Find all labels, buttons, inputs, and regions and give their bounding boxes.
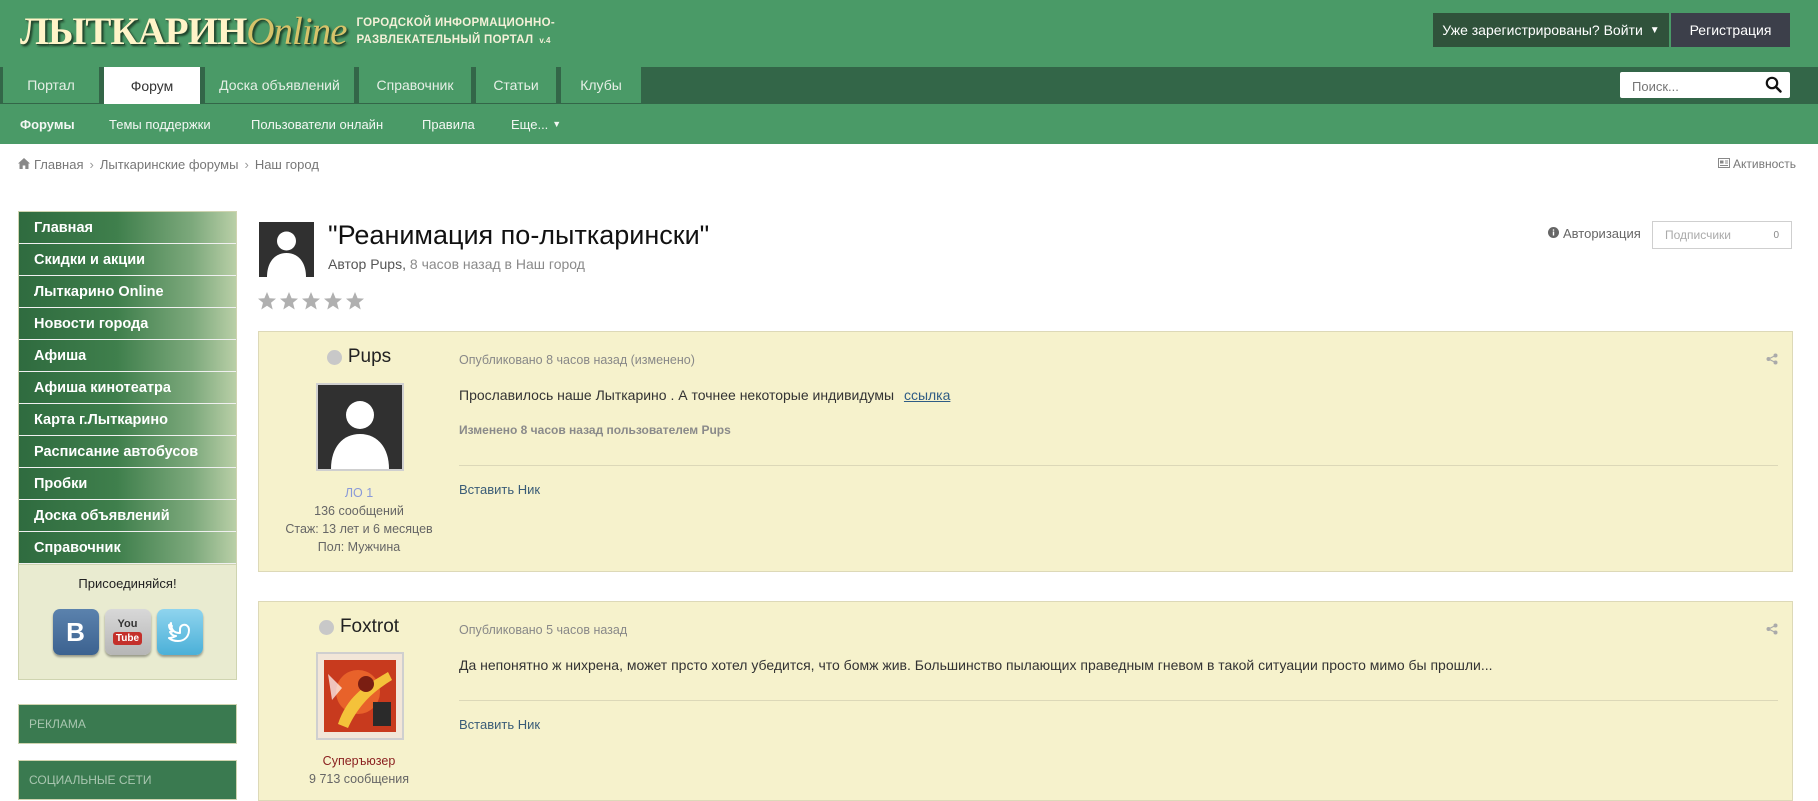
youtube-icon[interactable]: You Tube [104,609,151,655]
offline-status-icon [326,349,342,365]
subnav-support-topics[interactable]: Темы поддержки [109,104,211,144]
newspaper-icon [1717,157,1730,171]
topic-forum-link[interactable]: Наш город [516,256,585,272]
breadcrumb-forums[interactable]: Лыткаринские форумы [100,157,239,172]
topic-author-avatar[interactable] [259,222,314,277]
avatar[interactable] [316,383,404,471]
post: Foxtrot Суперъюзер 9 713 сообщения Опубл… [258,601,1793,801]
post-share[interactable] [1766,353,1778,368]
subnav-more[interactable]: Еще... ▼ [511,104,561,144]
user-rank: ЛО 1 [344,486,374,500]
social-networks-block-header: СОЦИАЛЬНЫЕ СЕТИ [18,760,237,800]
post: Pups ЛО 1 136 сообщений Стаж: 13 лет и 6… [258,331,1793,572]
sidebar-item-discounts[interactable]: Скидки и акции [19,244,236,276]
sidebar-item-bus-schedule[interactable]: Расписание автобусов [19,436,236,468]
join-panel: Присоединяйся! B You Tube [18,565,237,680]
post-count: 136 сообщений [314,504,404,518]
topic-title: "Реанимация по-лыткарински" [328,220,710,250]
sidebar-item-traffic[interactable]: Пробки [19,468,236,500]
sidebar-item-city-news[interactable]: Новости города [19,308,236,340]
home-icon [18,157,30,172]
tab-articles[interactable]: Статьи [476,67,556,103]
star-icon[interactable] [345,291,365,311]
edit-note: Изменено 8 часов назад пользователем Pup… [459,423,731,437]
info-icon [1548,226,1559,241]
caret-down-icon: ▼ [1649,24,1660,36]
breadcrumb-home[interactable]: Главная [34,157,83,172]
insert-nick-button[interactable]: Вставить Ник [459,717,540,732]
post-count: 9 713 сообщения [309,772,409,786]
caret-down-icon: ▼ [552,119,562,129]
post-link[interactable]: ссылка [904,387,950,403]
breadcrumb-our-city[interactable]: Наш город [255,157,319,172]
social-buttons: B You Tube [19,609,236,655]
sidebar-item-map[interactable]: Карта г.Лыткарино [19,404,236,436]
post-divider [459,700,1778,701]
site-logo[interactable]: ЛЫТКАРИНOnline ГОРОДСКОЙ ИНФОРМАЦИОННО- … [20,12,555,52]
tab-forum[interactable]: Форум [104,67,200,104]
search-icon[interactable] [1765,76,1782,98]
follow-button[interactable]: Подписчики 0 [1652,221,1792,249]
ads-block-header: РЕКЛАМА [18,704,237,744]
join-title: Присоединяйся! [78,576,177,591]
subnav-forums[interactable]: Форумы [20,104,75,144]
sidebar-item-lytkarino-online[interactable]: Лыткарино Online [19,276,236,308]
chevron-right-icon: › [89,157,94,172]
activity-link[interactable]: Активность [1717,157,1796,171]
share-icon[interactable] [1766,623,1778,638]
star-icon[interactable] [323,291,343,311]
post-date: Опубликовано 5 часов назад [459,623,628,637]
topic-time: 8 часов назад [409,256,501,272]
post-date: Опубликовано 8 часов назад (изменено) [459,353,695,367]
authorization-link[interactable]: Авторизация [1548,226,1641,241]
topic-rating[interactable] [257,291,365,311]
sidebar-item-home[interactable]: Главная [19,212,236,244]
star-icon[interactable] [279,291,299,311]
top-nav: Портал Форум Доска объявлений Справочник… [0,67,1818,104]
share-icon[interactable] [1766,353,1778,368]
tab-directory[interactable]: Справочник [359,67,471,103]
logo-tagline: ГОРОДСКОЙ ИНФОРМАЦИОННО- РАЗВЛЕКАТЕЛЬНЫЙ… [356,17,555,46]
tab-portal[interactable]: Портал [3,67,99,103]
sidebar-menu: Главная Скидки и акции Лыткарино Online … [18,211,237,565]
subnav-online-users[interactable]: Пользователи онлайн [251,104,383,144]
topic-meta: Автор Pups, 8 часов назад в Наш город [328,256,585,272]
post-content: Да непонятно ж нихрена, может прсто хоте… [459,657,1493,673]
sidebar-item-directory[interactable]: Справочник [19,532,236,564]
offline-status-icon [318,619,334,635]
post-author-name[interactable]: Pups [348,346,391,368]
search-input[interactable] [1630,73,1764,99]
member-tenure: Стаж: 13 лет и 6 месяцев [285,522,433,536]
post-share[interactable] [1766,623,1778,638]
avatar[interactable] [316,652,404,740]
register-button[interactable]: Регистрация [1671,13,1790,47]
member-gender: Пол: Мужчина [317,540,401,554]
user-rank: Суперъюзер [322,754,396,768]
sidebar-item-events[interactable]: Афиша [19,340,236,372]
left-sidebar: Главная Скидки и акции Лыткарино Online … [18,211,237,800]
follower-count: 0 [1773,229,1779,241]
chevron-right-icon: › [244,157,249,172]
star-icon[interactable] [301,291,321,311]
subnav-rules[interactable]: Правила [422,104,475,144]
sidebar-item-cinema[interactable]: Афиша кинотеатра [19,372,236,404]
sub-nav: Форумы Темы поддержки Пользователи онлай… [0,104,1818,144]
site-header: ЛЫТКАРИНOnline ГОРОДСКОЙ ИНФОРМАЦИОННО- … [0,0,1818,67]
star-icon[interactable] [257,291,277,311]
tab-classifieds[interactable]: Доска объявлений [205,67,354,103]
breadcrumb: Главная › Лыткаринские форумы › Наш горо… [18,157,319,172]
logo-wordmark: ЛЫТКАРИНOnline [20,10,347,53]
search-box [1620,72,1790,99]
post-author-name[interactable]: Foxtrot [340,616,399,638]
signin-button[interactable]: Уже зарегистрированы? Войти ▼ [1433,13,1669,47]
vk-icon[interactable]: B [52,609,99,655]
insert-nick-button[interactable]: Вставить Ник [459,482,540,497]
sidebar-item-classifieds[interactable]: Доска объявлений [19,500,236,532]
post-content: Прославилось наше Лыткарино . А точнее н… [459,387,951,403]
post-divider [459,465,1778,466]
topic-author-link[interactable]: Pups [370,256,402,272]
twitter-icon[interactable] [156,609,203,655]
tab-clubs[interactable]: Клубы [561,67,641,103]
